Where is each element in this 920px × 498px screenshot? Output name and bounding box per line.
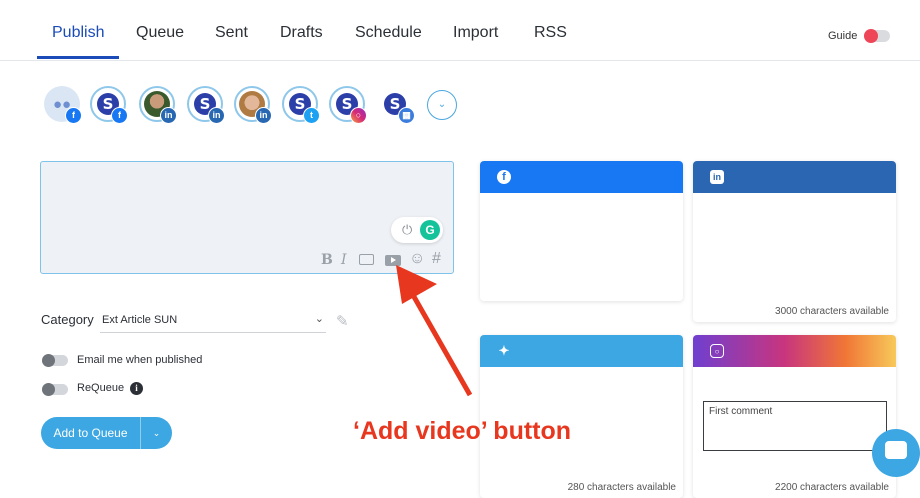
annotation-arrow-shaft bbox=[410, 293, 473, 397]
chat-icon bbox=[885, 441, 907, 459]
chat-support-button[interactable] bbox=[872, 429, 920, 477]
annotation-label: ‘Add video’ button bbox=[353, 417, 572, 445]
